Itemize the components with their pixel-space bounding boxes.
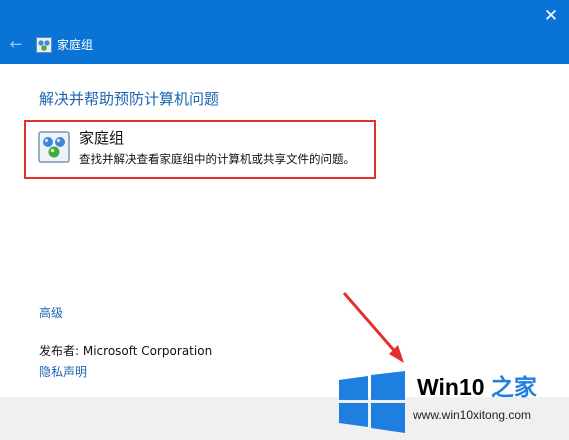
watermark-brand-main: Win10 bbox=[417, 374, 485, 400]
watermark-brand-accent: 之家 bbox=[484, 374, 537, 400]
troubleshooter-window: ✕ ← 家庭组 解决并帮助预防计算机问题 家庭组 查找并解决查看家庭组中的计算机… bbox=[0, 0, 569, 440]
windows-logo-icon bbox=[339, 371, 405, 433]
watermark-brand: Win10 之家 bbox=[417, 373, 537, 401]
watermark-url: www.win10xitong.com bbox=[413, 408, 532, 422]
watermark: Win10 之家 www.win10xitong.com bbox=[333, 367, 569, 440]
